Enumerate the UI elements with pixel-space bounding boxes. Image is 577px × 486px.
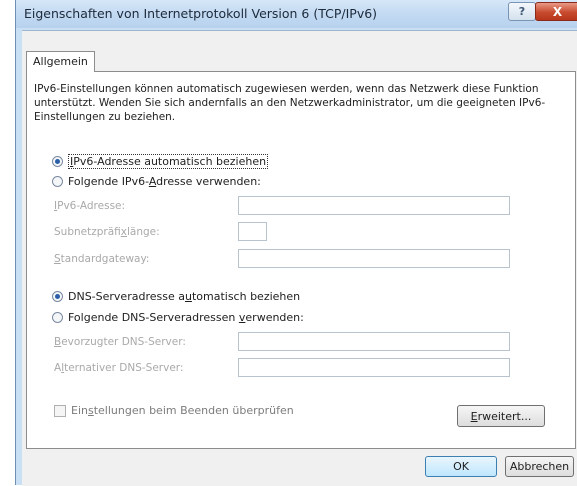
advanced-button[interactable]: Erweitert... <box>457 405 545 427</box>
checkbox-unchecked-icon <box>54 404 66 417</box>
subnet-prefix-length-label: Subnetzpräfixlänge: <box>54 226 160 238</box>
title-bar[interactable]: Eigenschaften von Internetprotokoll Vers… <box>16 0 577 28</box>
tab-allgemein[interactable]: Allgemein <box>26 51 95 72</box>
tab-panel-general: IPv6-Einstellungen können automatisch zu… <box>26 71 576 449</box>
ipv6-address-field[interactable] <box>238 196 510 215</box>
close-button[interactable]: X <box>535 2 577 21</box>
validate-on-exit-label: Einstellungen beim Beenden überprüfen <box>71 404 294 417</box>
close-icon: X <box>552 4 563 19</box>
dialog-client-area: Allgemein IPv6-Einstellungen können auto… <box>22 30 577 486</box>
default-gateway-label: Standardgateway: <box>54 253 150 265</box>
ok-button[interactable]: OK <box>425 456 497 477</box>
radio-selected-icon <box>52 156 63 167</box>
radio-unselected-icon <box>52 176 63 187</box>
subnet-prefix-length-field[interactable] <box>238 222 267 241</box>
dns-manual-radio[interactable]: Folgende DNS-Serveradressen verwenden: <box>52 311 304 324</box>
radio-unselected-icon <box>52 312 63 323</box>
validate-on-exit-checkbox[interactable]: Einstellungen beim Beenden überprüfen <box>54 404 294 417</box>
help-button[interactable]: ? <box>508 2 536 21</box>
preferred-dns-label: Bevorzugter DNS-Server: <box>54 336 186 348</box>
ipv6-manual-radio[interactable]: Folgende IPv6-Adresse verwenden: <box>52 175 261 188</box>
alternate-dns-field[interactable] <box>238 358 510 377</box>
description-text: IPv6-Einstellungen können automatisch zu… <box>34 83 546 123</box>
dialog-window: Eigenschaften von Internetprotokoll Vers… <box>15 0 577 486</box>
dns-manual-label: Folgende DNS-Serveradressen verwenden: <box>68 311 304 324</box>
dns-auto-radio[interactable]: DNS-Serveradresse automatisch beziehen <box>52 290 300 303</box>
ipv6-auto-radio[interactable]: IPv6-Adresse automatisch beziehen <box>52 154 269 169</box>
window-title: Eigenschaften von Internetprotokoll Vers… <box>24 6 378 21</box>
cancel-button[interactable]: Abbrechen <box>505 456 574 477</box>
radio-selected-icon <box>52 291 63 302</box>
ipv6-auto-label: IPv6-Adresse automatisch beziehen <box>68 154 269 169</box>
ipv6-manual-label: Folgende IPv6-Adresse verwenden: <box>68 175 261 188</box>
ipv6-address-label: IPv6-Adresse: <box>54 200 126 212</box>
advanced-button-label: Erweitert... <box>470 409 532 423</box>
dns-auto-label: DNS-Serveradresse automatisch beziehen <box>68 290 301 303</box>
default-gateway-field[interactable] <box>238 249 510 268</box>
alternate-dns-label: Alternativer DNS-Server: <box>54 362 184 374</box>
preferred-dns-field[interactable] <box>238 332 510 351</box>
